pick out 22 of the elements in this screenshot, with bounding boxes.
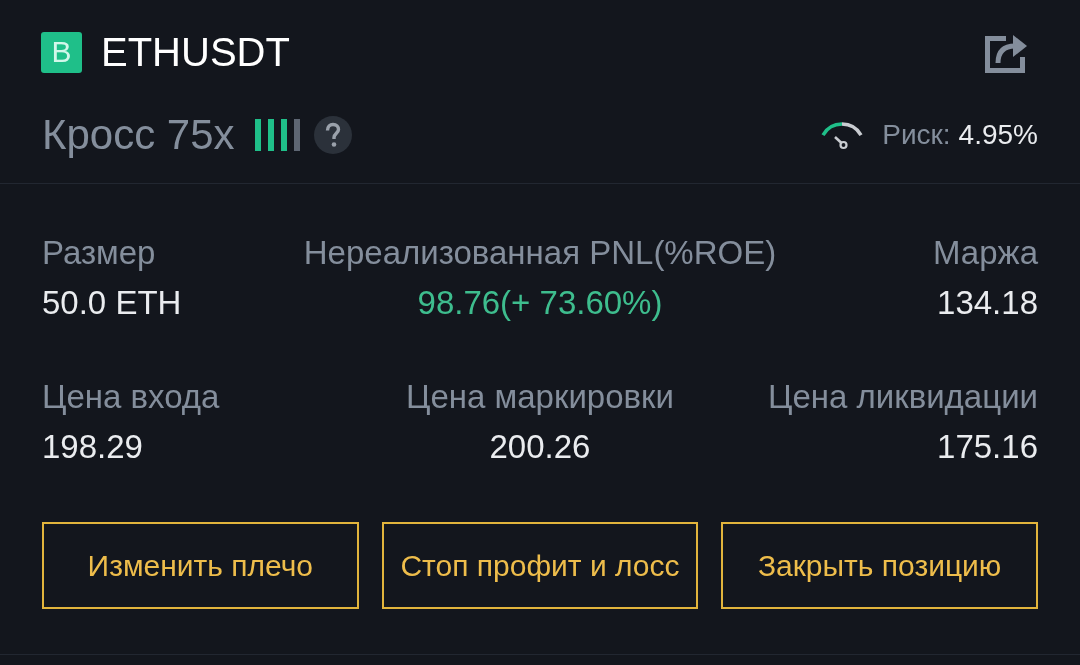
risk-value: 4.95% [958, 121, 1038, 149]
stat-value: 175.16 [937, 427, 1038, 467]
stat-value: 50.0 ETH [42, 283, 182, 323]
stat-label: Цена ликвидации [768, 377, 1038, 417]
stat-value: 200.26 [489, 427, 591, 467]
action-button[interactable]: Стоп профит и лосс [381, 522, 699, 609]
gauge-icon [820, 119, 865, 151]
symbol-name: ETHUSDT [101, 32, 290, 72]
margin-mode-label: Кросс 75x [42, 114, 235, 156]
stat-value: 134.18 [937, 283, 1038, 323]
action-button[interactable]: Изменить плечо [42, 522, 359, 609]
stat-label: Цена входа [42, 377, 220, 417]
stat-value: 98.76(+ 73.60%) [417, 283, 663, 323]
stat-label: Маржа [933, 233, 1038, 273]
stat-label: Нереализованная PNL(%ROE) [303, 233, 777, 273]
stat-label: Размер [42, 233, 156, 273]
action-button[interactable]: Закрыть позицию [721, 522, 1038, 609]
symbol-badge: B [41, 31, 82, 73]
risk-label: Риск: [882, 121, 951, 149]
stat-label: Цена маркировки [406, 377, 674, 417]
stat-value: 198.29 [42, 427, 143, 467]
help-icon[interactable] [313, 116, 352, 154]
